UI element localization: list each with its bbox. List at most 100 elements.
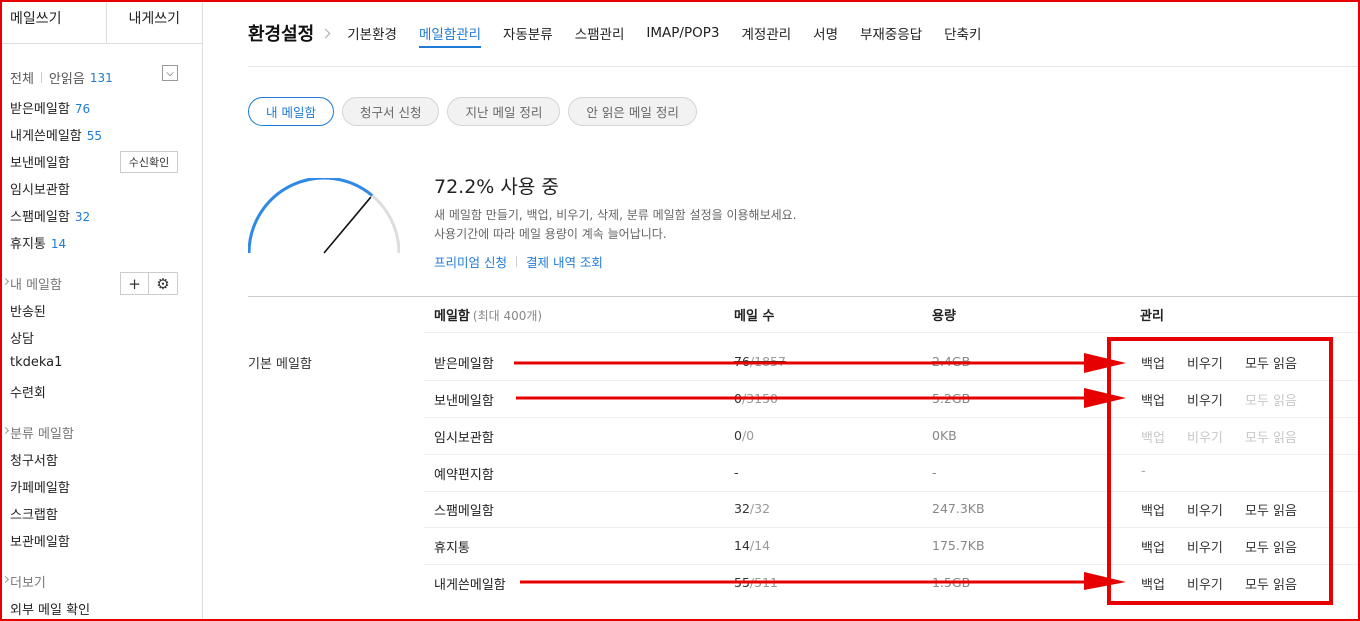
tab-imap[interactable]: IMAP/POP3: [646, 25, 719, 41]
tab-auto-sort[interactable]: 자동분류: [503, 23, 553, 43]
table-top-border: [248, 296, 1358, 297]
sidebar-item-drafts[interactable]: 임시보관함: [10, 179, 70, 198]
row-name-spam: 스팸메일함: [434, 504, 494, 519]
sidebar-item-bills[interactable]: 청구서함: [10, 450, 58, 469]
row-count-trash: 14/14: [734, 538, 771, 553]
payment-history-link[interactable]: 결제 내역 조회: [526, 252, 603, 271]
tab-mailbox-manage[interactable]: 메일함관리: [418, 23, 482, 48]
row-count-self-sent: 55/511: [734, 575, 778, 590]
sidebar-item-sent[interactable]: 보낸메일함: [10, 152, 70, 171]
backup-button[interactable]: 백업: [1141, 390, 1165, 409]
tab-away-reply[interactable]: 부재중응답: [860, 23, 922, 43]
empty-button: 비우기: [1187, 431, 1223, 446]
category-mailboxes-heading[interactable]: 분류 메일함: [10, 423, 74, 442]
sidebar-item-trash[interactable]: 휴지통 14: [10, 233, 66, 252]
tab-signature[interactable]: 서명: [813, 23, 838, 43]
gauge-needle: [323, 196, 372, 254]
sidebar-item-spam[interactable]: 스팸메일함 32: [10, 206, 90, 225]
col-header-size: 용량: [932, 309, 956, 324]
page-title: 환경설정: [248, 24, 315, 45]
sidebar-item-tkdeka1[interactable]: tkdeka1: [10, 355, 62, 370]
premium-link[interactable]: 프리미엄 신청: [434, 252, 507, 271]
tab-shortcuts[interactable]: 단축키: [944, 23, 981, 43]
gauge-fill: [248, 178, 374, 254]
annotation-arrows: [514, 353, 1126, 590]
read-all-button[interactable]: 모두 읽음: [1245, 537, 1297, 556]
sidebar-item-archive[interactable]: 보관메일함: [10, 531, 70, 550]
usage-desc-line: 사용기간에 따라 메일 용량이 계속 늘어납니다.: [434, 227, 667, 241]
backup-button[interactable]: 백업: [1141, 353, 1165, 372]
sidebar: 메일쓰기 내게쓰기 전체 안읽음 131 ⌵ 받은메일함 76 내게쓴메일함 55 …: [2, 2, 203, 619]
plus-icon[interactable]: +: [120, 272, 149, 295]
divider: [248, 66, 1358, 67]
write-mail-button[interactable]: 메일쓰기: [2, 2, 107, 43]
read-all-button[interactable]: 모두 읽음: [1245, 574, 1297, 593]
row-name-self-sent: 내게쓴메일함: [434, 578, 506, 593]
backup-button[interactable]: 백업: [1141, 574, 1165, 593]
chevron-right-icon: [320, 28, 331, 38]
row-name-drafts: 임시보관함: [434, 431, 494, 446]
row-name-scheduled: 예약편지함: [434, 468, 494, 483]
row-size-inbox: 2.4GB: [932, 354, 971, 369]
empty-button[interactable]: 비우기: [1187, 353, 1223, 372]
read-all-button[interactable]: 모두 읽음: [1245, 353, 1297, 372]
row-size-scheduled: -: [932, 465, 937, 480]
row-count-scheduled: -: [734, 465, 739, 480]
row-size-sent: 5.2GB: [932, 391, 971, 406]
pill-bill-request[interactable]: 청구서 신청: [341, 97, 440, 126]
sidebar-item-consult[interactable]: 상담: [10, 328, 34, 347]
usage-links: 프리미엄 신청 결제 내역 조회: [434, 252, 603, 271]
tab-basic[interactable]: 기본환경: [347, 23, 397, 43]
tab-account[interactable]: 계정관리: [741, 23, 791, 43]
filter-unread[interactable]: 안읽음: [49, 68, 85, 87]
mybox-tools: + ⚙: [120, 272, 178, 295]
sub-tabs: 내 메일함 청구서 신청 지난 메일 정리 안 읽은 메일 정리: [248, 97, 705, 126]
tab-spam[interactable]: 스팸관리: [575, 23, 625, 43]
usage-description: 새 메일함 만들기, 백업, 비우기, 삭제, 분류 메일함 설정을 이용해보세…: [434, 206, 797, 244]
row-count-spam: 32/32: [734, 501, 771, 516]
manage-empty: -: [1141, 464, 1146, 479]
row-divider: [424, 527, 1358, 528]
backup-button[interactable]: 백업: [1141, 500, 1165, 519]
row-count-drafts: 0/0: [734, 428, 755, 443]
pill-my-mailbox[interactable]: 내 메일함: [248, 97, 334, 126]
write-to-self-button[interactable]: 내게쓰기: [107, 2, 203, 43]
gauge-track: [248, 178, 400, 254]
sidebar-item-cafe[interactable]: 카페메일함: [10, 477, 70, 496]
read-all-button: 모두 읽음: [1245, 394, 1297, 409]
backup-button[interactable]: 백업: [1141, 537, 1165, 556]
empty-button[interactable]: 비우기: [1187, 537, 1223, 556]
pill-clean-old[interactable]: 지난 메일 정리: [447, 97, 561, 126]
more-heading[interactable]: 더보기: [10, 572, 46, 591]
empty-button[interactable]: 비우기: [1187, 390, 1223, 409]
pill-clean-unread[interactable]: 안 읽은 메일 정리: [568, 97, 697, 126]
sidebar-item-external[interactable]: 외부 메일 확인: [10, 599, 90, 618]
settings-nav: 환경설정 기본환경 메일함관리 자동분류 스팸관리 IMAP/POP3 계정관리…: [248, 20, 1003, 48]
row-divider: [424, 564, 1358, 565]
row-size-drafts: 0KB: [932, 428, 957, 443]
filter-all[interactable]: 전체: [10, 68, 34, 87]
default-mailbox-group: 기본 메일함: [248, 357, 312, 372]
unread-count: 131: [89, 70, 113, 85]
empty-button[interactable]: 비우기: [1187, 500, 1223, 519]
row-name-sent: 보낸메일함: [434, 394, 494, 409]
row-divider: [424, 417, 1358, 418]
gear-icon[interactable]: ⚙: [149, 272, 178, 295]
col-header-manage: 관리: [1140, 309, 1164, 324]
read-all-button: 모두 읽음: [1245, 431, 1297, 446]
sidebar-item-retreat[interactable]: 수련회: [10, 382, 46, 401]
row-size-spam: 247.3KB: [932, 501, 985, 516]
sidebar-item-inbox[interactable]: 받은메일함 76: [10, 98, 90, 117]
read-all-button[interactable]: 모두 읽음: [1245, 500, 1297, 519]
row-divider: [424, 380, 1358, 381]
empty-button[interactable]: 비우기: [1187, 574, 1223, 593]
chevron-down-icon[interactable]: ⌵: [162, 65, 178, 81]
arrow-sent: [516, 388, 1126, 408]
arrow-inbox: [514, 353, 1126, 373]
read-receipt-button[interactable]: 수신확인: [120, 151, 178, 173]
usage-desc-line: 새 메일함 만들기, 백업, 비우기, 삭제, 분류 메일함 설정을 이용해보세…: [434, 208, 797, 222]
sidebar-item-returned[interactable]: 반송된: [10, 301, 46, 320]
sidebar-item-scrap[interactable]: 스크랩함: [10, 504, 58, 523]
my-mailboxes-heading[interactable]: 내 메일함: [10, 274, 62, 293]
sidebar-item-self-sent[interactable]: 내게쓴메일함 55: [10, 125, 102, 144]
